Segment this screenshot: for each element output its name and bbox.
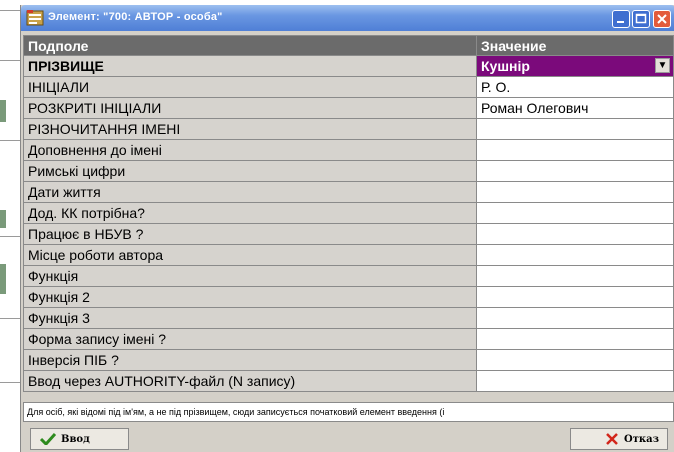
background-line	[0, 236, 20, 237]
table-row[interactable]: Доповнення до імені	[23, 139, 674, 161]
value-cell[interactable]	[476, 328, 674, 350]
hint-bar: Для осіб, які відомі під ім'ям, а не під…	[23, 402, 674, 422]
table-row[interactable]: РІЗНОЧИТАННЯ ІМЕНІ	[23, 118, 674, 140]
table-row[interactable]: Інверсія ПІБ ?	[23, 349, 674, 371]
value-cell[interactable]	[476, 244, 674, 266]
table-row[interactable]: Римські цифри	[23, 160, 674, 182]
field-cell[interactable]: ПРІЗВИЩЕ	[23, 55, 477, 77]
window-title: Элемент: "700: АВТОР - особа"	[48, 11, 223, 23]
table-row[interactable]: Функція	[23, 265, 674, 287]
value-cell[interactable]	[476, 349, 674, 371]
field-cell[interactable]: Дати життя	[23, 181, 477, 203]
value-combobox[interactable]: Кушнір ▼	[476, 55, 674, 77]
ok-button[interactable]: Ввод	[30, 428, 129, 450]
value-cell[interactable]: Р. О.	[476, 76, 674, 98]
value-cell[interactable]	[476, 160, 674, 182]
value-cell[interactable]	[476, 265, 674, 287]
element-dialog: Элемент: "700: АВТОР - особа" Подполе Зн…	[20, 5, 674, 452]
background-line	[0, 60, 20, 61]
column-header-field: Подполе	[23, 35, 477, 56]
value-cell[interactable]	[476, 181, 674, 203]
close-icon	[657, 14, 667, 24]
table-row[interactable]: Місце роботи автора	[23, 244, 674, 266]
cancel-button-label: Отказ	[624, 433, 659, 445]
background-line	[0, 318, 20, 319]
field-cell[interactable]: ІНІЦІАЛИ	[23, 76, 477, 98]
value-cell[interactable]	[476, 202, 674, 224]
table-row[interactable]: ПРІЗВИЩЕ Кушнір ▼	[23, 55, 674, 77]
field-cell[interactable]: Функція 3	[23, 307, 477, 329]
value-cell[interactable]	[476, 139, 674, 161]
background-tick	[0, 264, 6, 294]
field-cell[interactable]: Працює в НБУВ ?	[23, 223, 477, 245]
background-tick	[0, 210, 6, 228]
field-cell[interactable]: Ввод через AUTHORITY-файл (N запису)	[23, 370, 477, 392]
ok-button-label: Ввод	[61, 433, 90, 445]
value-cell[interactable]	[476, 118, 674, 140]
field-cell[interactable]: Функція	[23, 265, 477, 287]
field-cell[interactable]: Доповнення до імені	[23, 139, 477, 161]
maximize-button[interactable]	[632, 10, 650, 28]
field-cell[interactable]: Місце роботи автора	[23, 244, 477, 266]
cross-icon	[606, 433, 618, 445]
table-row[interactable]: Ввод через AUTHORITY-файл (N запису)	[23, 370, 674, 392]
background-line	[0, 382, 20, 383]
minimize-button[interactable]	[612, 10, 630, 28]
minimize-icon	[617, 21, 624, 23]
app-icon	[26, 10, 44, 26]
close-button[interactable]	[653, 10, 671, 28]
table-row[interactable]: Форма запису імені ?	[23, 328, 674, 350]
table-row[interactable]: Працює в НБУВ ?	[23, 223, 674, 245]
field-cell[interactable]: Дод. КК потрібна?	[23, 202, 477, 224]
background-line	[0, 140, 20, 141]
title-bar[interactable]: Элемент: "700: АВТОР - особа"	[21, 5, 674, 31]
cancel-button[interactable]: Отказ	[570, 428, 668, 450]
field-cell[interactable]: Функція 2	[23, 286, 477, 308]
field-cell[interactable]: Інверсія ПІБ ?	[23, 349, 477, 371]
checkmark-icon	[40, 433, 56, 445]
table-row[interactable]: Функція 3	[23, 307, 674, 329]
field-cell[interactable]: Римські цифри	[23, 160, 477, 182]
table-header-row: Подполе Значение	[23, 35, 674, 56]
field-cell[interactable]: Форма запису імені ?	[23, 328, 477, 350]
value-cell[interactable]	[476, 307, 674, 329]
field-cell[interactable]: РОЗКРИТІ ІНІЦІАЛИ	[23, 97, 477, 119]
value-cell[interactable]	[476, 223, 674, 245]
value-cell[interactable]	[476, 370, 674, 392]
table-row[interactable]: Дод. КК потрібна?	[23, 202, 674, 224]
maximize-icon	[635, 13, 647, 24]
value-text: Кушнір	[481, 58, 530, 74]
value-cell[interactable]: Роман Олегович	[476, 97, 674, 119]
field-cell[interactable]: РІЗНОЧИТАННЯ ІМЕНІ	[23, 118, 477, 140]
dropdown-arrow-icon[interactable]: ▼	[655, 58, 670, 73]
subfield-table: Подполе Значение ПРІЗВИЩЕ Кушнір ▼ ІНІЦІА…	[23, 35, 674, 392]
table-row[interactable]: Дати життя	[23, 181, 674, 203]
table-row[interactable]: Функція 2	[23, 286, 674, 308]
column-header-value: Значение	[476, 35, 674, 56]
table-row[interactable]: ІНІЦІАЛИ Р. О.	[23, 76, 674, 98]
background-tick	[0, 100, 6, 122]
value-cell[interactable]	[476, 286, 674, 308]
table-row[interactable]: РОЗКРИТІ ІНІЦІАЛИ Роман Олегович	[23, 97, 674, 119]
